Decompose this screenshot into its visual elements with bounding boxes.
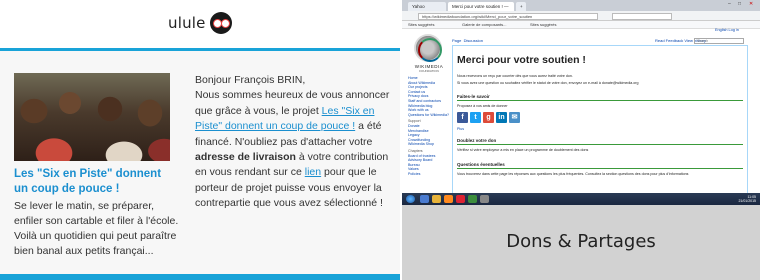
project-description: Se lever le matin, se préparer, enfiler … — [14, 200, 179, 257]
contact-paragraph: Si vous avez une question ou souhaitez v… — [457, 81, 639, 85]
wikimedia-logo[interactable] — [414, 34, 442, 62]
start-icon[interactable] — [406, 195, 415, 203]
clock-date: 21/01/2015 — [738, 199, 756, 203]
explorer-icon[interactable] — [420, 195, 429, 203]
sidebar-item[interactable]: Questions for Wikimedia? — [408, 113, 449, 118]
delivery-address-emphasis: adresse de livraison — [195, 151, 296, 164]
brand-name: ulule — [168, 14, 206, 32]
browser-tab-strip: Yahoo Merci pour votre soutien ! — + – □… — [402, 0, 760, 11]
sidebar-item[interactable]: Wikimedia Shop — [408, 142, 448, 147]
email-card: Les "Six en Piste" donnent un coup de po… — [0, 51, 400, 280]
section-divider — [457, 168, 743, 169]
facebook-icon[interactable]: f — [457, 112, 468, 123]
project-title-link[interactable]: Les "Six en Piste" donnent un coup de po… — [14, 167, 174, 197]
share-text: Proposez à vos amis de donner — [457, 104, 508, 108]
linkedin-icon[interactable]: in — [496, 112, 507, 123]
section-divider — [457, 100, 743, 101]
social-share-row: f t g in ✉ — [457, 112, 520, 123]
maximize-icon[interactable]: □ — [738, 1, 741, 7]
greeting: Bonjour François BRIN, — [195, 74, 306, 86]
bookmark-item[interactable]: Galerie de composants... — [462, 22, 506, 27]
tab-page[interactable]: Page Discussion — [452, 38, 483, 43]
org-subtitle: FOUNDATION — [419, 69, 439, 73]
taskbar-clock[interactable]: 11:05 21/01/2015 — [738, 195, 756, 203]
page-title: Merci pour votre soutien ! — [457, 54, 586, 66]
browser-search-field[interactable] — [612, 12, 672, 20]
firefox-icon[interactable] — [444, 195, 453, 203]
address-link[interactable]: lien — [305, 166, 321, 178]
sidebar-nav: Home About Wikimedia Our projects Contac… — [408, 76, 449, 177]
ulule-eyes-icon — [209, 12, 232, 34]
footer-accent-bar — [0, 274, 400, 280]
bookmark-item[interactable]: Sites suggérés — [530, 22, 556, 27]
section-heading-match: Doublez votre don — [457, 138, 497, 143]
bookmarks-bar: Sites suggérés Galerie de composants... … — [402, 21, 760, 29]
windows-taskbar: 11:05 21/01/2015 — [402, 193, 760, 205]
app-icon[interactable] — [480, 195, 489, 203]
section-heading-questions: Questions éventuelles — [457, 162, 505, 167]
folder-icon[interactable] — [432, 195, 441, 203]
tab-page-label: Page — [452, 38, 462, 43]
tab-discussion[interactable]: Discussion — [464, 38, 483, 43]
new-tab-button[interactable]: + — [516, 2, 526, 11]
more-share-link[interactable]: Plus — [457, 127, 464, 131]
ulule-logo[interactable]: ulule — [168, 12, 232, 34]
browser-tab-active[interactable]: Merci pour votre soutien ! — — [448, 2, 514, 11]
twitter-icon[interactable]: t — [470, 112, 481, 123]
screenshot-panel: Yahoo Merci pour votre soutien ! — + – □… — [402, 0, 760, 280]
bookmark-item[interactable]: Sites suggérés — [408, 22, 434, 27]
section-divider — [457, 144, 743, 145]
app-icon[interactable] — [468, 195, 477, 203]
thanks-paragraph: Nous recevrons un reçu par courrier dès … — [457, 74, 573, 78]
questions-text: Vous trouverez dans cette page les répon… — [457, 172, 689, 176]
article-content: Merci pour votre soutien ! Nous recevron… — [452, 45, 748, 201]
email-message: Bonjour François BRIN, Nous sommes heure… — [195, 73, 395, 212]
sidebar-item[interactable]: Policies — [408, 172, 448, 177]
url-field[interactable]: https://wikimediafoundation.org/wiki/Mer… — [418, 12, 598, 20]
project-photo[interactable] — [14, 73, 170, 161]
wiki-search-input[interactable]: Search — [694, 38, 744, 44]
email-icon[interactable]: ✉ — [509, 112, 520, 123]
login-link[interactable]: English Log in — [715, 28, 739, 32]
section-heading-share: Faites-le savoir — [457, 94, 490, 99]
browser-tab-yahoo[interactable]: Yahoo — [408, 2, 446, 11]
google-plus-icon[interactable]: g — [483, 112, 494, 123]
match-text: Vérifiez si votre employeur a mis en pla… — [457, 148, 589, 152]
close-icon[interactable]: ✕ — [749, 1, 753, 7]
browser-screenshot: Yahoo Merci pour votre soutien ! — + – □… — [402, 0, 760, 205]
address-bar-row: https://wikimediafoundation.org/wiki/Mer… — [402, 11, 760, 21]
email-header: ulule — [0, 0, 400, 48]
minimize-icon[interactable]: – — [728, 1, 731, 7]
email-panel: ulule Les "Six en Piste" donnent un coup… — [0, 0, 400, 280]
app-icon[interactable] — [456, 195, 465, 203]
caption: Dons & Partages — [506, 231, 656, 252]
